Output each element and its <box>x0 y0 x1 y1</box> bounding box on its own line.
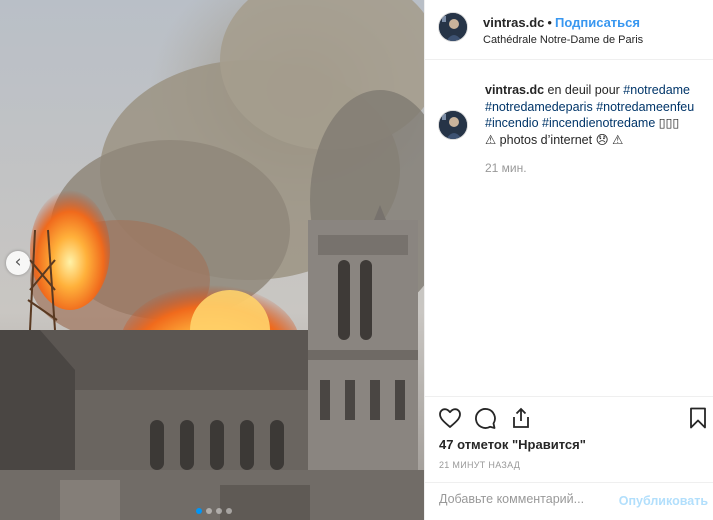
separator-dot: • <box>547 15 552 30</box>
comment-button[interactable] <box>473 406 497 430</box>
caption-emoji-tail: ▯▯▯ <box>655 116 680 130</box>
like-button[interactable] <box>438 406 462 430</box>
heart-icon <box>439 408 461 428</box>
carousel-dot <box>206 508 212 514</box>
comment-bubble-icon <box>475 408 496 429</box>
hashtag-link[interactable]: #notredamedeparis <box>485 100 593 114</box>
carousel-dot <box>196 508 202 514</box>
post-header: vintras.dc • Подписаться Cathédrale Notre-… <box>425 0 713 60</box>
post-photo[interactable]: ‹ <box>0 0 424 520</box>
save-button[interactable] <box>686 406 710 430</box>
header-row: vintras.dc • Подписаться <box>483 15 643 31</box>
caption-line-tail: ⚠ photos d’internet 😞 ⚠ <box>485 132 624 147</box>
avatar[interactable] <box>438 12 468 42</box>
hashtag-link[interactable]: #notredame <box>623 83 690 97</box>
caption-username-link[interactable]: vintras.dc <box>485 83 544 97</box>
share-button[interactable] <box>509 406 533 430</box>
header-text: vintras.dc • Подписаться Cathédrale Notre-… <box>483 15 643 48</box>
username-link[interactable]: vintras.dc <box>483 15 544 30</box>
avatar[interactable] <box>438 110 468 140</box>
post-side-panel: vintras.dc • Подписаться Cathédrale Notre-… <box>424 0 713 520</box>
likes-count[interactable]: 47 отметок "Нравится" <box>439 437 586 452</box>
caption-text: vintras.dc en deuil pour #notredame #not… <box>485 82 705 177</box>
carousel-dot <box>216 508 222 514</box>
comment-input[interactable] <box>439 492 609 506</box>
notre-dame-fire-image <box>0 0 424 520</box>
caption-text-start: en deuil pour <box>544 83 624 97</box>
bookmark-icon <box>690 407 706 429</box>
share-upload-icon <box>513 407 529 428</box>
carousel-prev-button[interactable]: ‹ <box>6 251 30 275</box>
action-bar <box>425 396 713 438</box>
hashtag-link[interactable]: #incendio <box>485 116 539 130</box>
follow-button[interactable]: Подписаться <box>555 15 640 30</box>
avatar-image <box>439 111 467 139</box>
post-timestamp[interactable]: 21 МИНУТ НАЗАД <box>439 460 520 470</box>
location-link[interactable]: Cathédrale Notre-Dame de Paris <box>483 32 643 48</box>
comment-time[interactable]: 21 мин. <box>485 160 705 177</box>
carousel-dots <box>196 508 232 514</box>
publish-button[interactable]: Опубликовать <box>619 494 708 508</box>
avatar-image <box>439 13 467 41</box>
hashtag-link[interactable]: #incendienotredame <box>542 116 655 130</box>
hashtag-link[interactable]: #notredameenfeu <box>596 100 694 114</box>
chevron-left-icon: ‹ <box>14 251 22 272</box>
carousel-dot <box>226 508 232 514</box>
add-comment-form: Опубликовать <box>425 482 713 520</box>
